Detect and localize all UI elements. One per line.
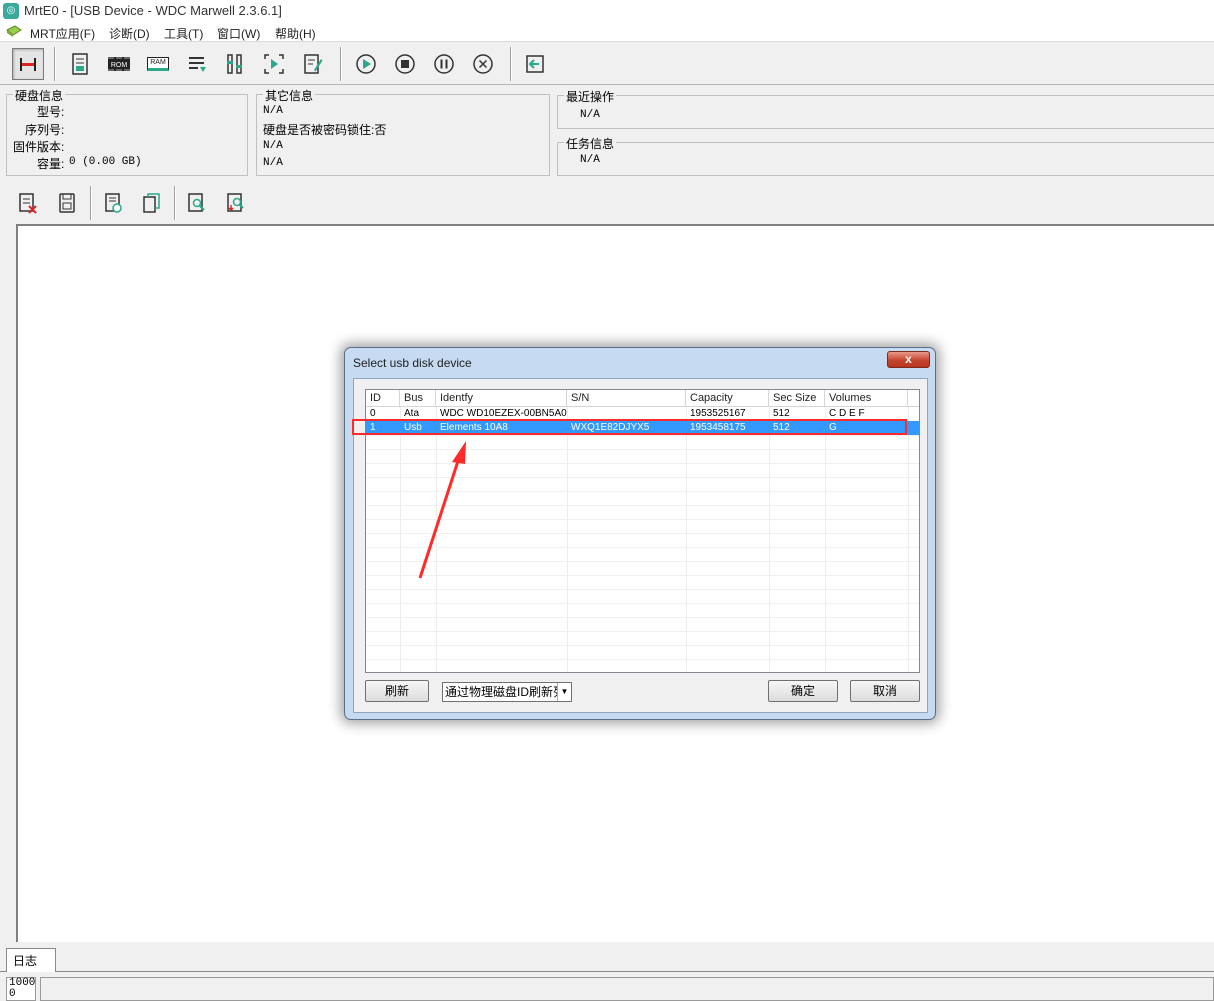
pointer-arrow-head [452,441,466,464]
status-progress [40,977,1214,1001]
pointer-arrow-shaft [418,457,461,579]
highlight-box [352,419,907,435]
annotation-overlay [352,419,907,579]
log-counter: 1000 0 [6,977,36,1001]
log-tab[interactable]: 日志 [6,948,56,972]
log-counter-bottom: 0 [9,988,16,1000]
status-bar: 1000 0 [0,975,1214,1001]
